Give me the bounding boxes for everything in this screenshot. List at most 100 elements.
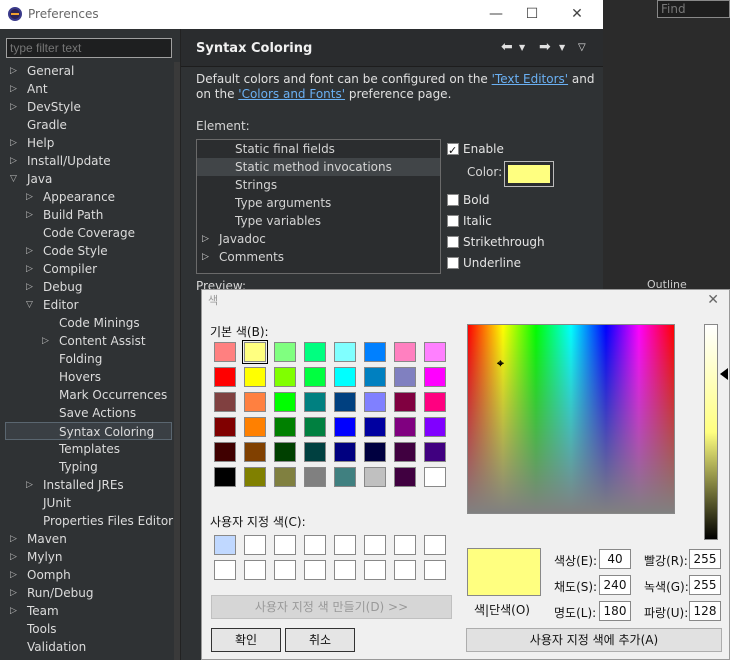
tree-item[interactable]: ▷ General [0, 62, 180, 80]
tree-item[interactable]: Mark Occurrences [0, 386, 180, 404]
basic-color-swatch[interactable] [364, 417, 386, 437]
chevron-right-icon[interactable]: ▷ [10, 530, 17, 548]
color-spectrum[interactable]: ⌖ [467, 324, 675, 514]
basic-color-swatch[interactable] [274, 367, 296, 387]
tree-item[interactable]: ▷ Installed JREs [0, 476, 180, 494]
basic-color-swatch[interactable] [394, 467, 416, 487]
chevron-right-icon[interactable]: ▷ [10, 134, 17, 152]
sat-field[interactable]: 240 [599, 575, 631, 595]
basic-color-swatch[interactable] [244, 467, 266, 487]
basic-color-swatch[interactable] [244, 367, 266, 387]
tree-item[interactable]: ▷ Run/Debug [0, 584, 180, 602]
chevron-right-icon[interactable]: ▷ [202, 248, 209, 266]
basic-color-swatch[interactable] [394, 367, 416, 387]
custom-color-swatch[interactable] [244, 560, 266, 580]
basic-color-swatch[interactable] [214, 342, 236, 362]
chevron-right-icon[interactable]: ▷ [26, 278, 33, 296]
chevron-right-icon[interactable]: ▷ [26, 206, 33, 224]
chevron-right-icon[interactable]: ▷ [10, 98, 17, 116]
custom-color-swatch[interactable] [334, 560, 356, 580]
enable-checkbox[interactable] [447, 140, 459, 161]
basic-color-swatch[interactable] [424, 367, 446, 387]
tree-item[interactable]: ▽ Editor [0, 296, 180, 314]
back-arrow-icon[interactable]: ⬅ [501, 39, 513, 55]
tree-item[interactable]: ▷ Oomph [0, 566, 180, 584]
ok-button[interactable]: 확인 [211, 628, 281, 652]
tree-item[interactable]: ▷ Code Style [0, 242, 180, 260]
basic-color-swatch[interactable] [424, 442, 446, 462]
element-item[interactable]: Type variables [197, 212, 440, 230]
basic-color-swatch[interactable] [274, 392, 296, 412]
basic-color-swatch[interactable] [274, 467, 296, 487]
custom-color-swatch[interactable] [424, 560, 446, 580]
custom-color-swatch[interactable] [364, 560, 386, 580]
red-field[interactable]: 255 [689, 549, 721, 569]
enable-option[interactable]: Enable [447, 139, 597, 161]
basic-color-swatch[interactable] [304, 467, 326, 487]
basic-color-swatch[interactable] [214, 392, 236, 412]
colors-and-fonts-link[interactable]: 'Colors and Fonts' [238, 87, 345, 101]
basic-color-swatch[interactable] [214, 442, 236, 462]
basic-color-swatch[interactable] [364, 442, 386, 462]
element-item[interactable]: Static final fields [197, 140, 440, 158]
tree-item[interactable]: ▽ Java [0, 170, 180, 188]
tree-item[interactable]: Save Actions [0, 404, 180, 422]
add-to-custom-colors-button[interactable]: 사용자 지정 색에 추가(A) [466, 628, 722, 652]
basic-color-swatch[interactable] [334, 467, 356, 487]
luminance-slider[interactable] [704, 324, 718, 540]
element-item[interactable]: ▷ Comments [197, 248, 440, 266]
forward-dropdown-icon[interactable]: ▼ [559, 43, 565, 52]
custom-color-swatch[interactable] [244, 535, 266, 555]
basic-color-swatch[interactable] [274, 442, 296, 462]
strikethrough-checkbox[interactable] [447, 236, 459, 248]
basic-color-swatch[interactable] [244, 417, 266, 437]
chevron-right-icon[interactable]: ▷ [10, 152, 17, 170]
basic-color-swatch[interactable] [334, 342, 356, 362]
element-item[interactable]: ▷ Javadoc [197, 230, 440, 248]
basic-color-swatch[interactable] [242, 340, 268, 364]
chevron-right-icon[interactable]: ▷ [10, 566, 17, 584]
basic-color-swatch[interactable] [424, 342, 446, 362]
underline-option[interactable]: Underline [447, 253, 597, 274]
basic-color-swatch[interactable] [304, 342, 326, 362]
custom-color-swatch[interactable] [424, 535, 446, 555]
chevron-right-icon[interactable]: ▷ [26, 260, 33, 278]
chevron-down-icon[interactable]: ▽ [26, 296, 33, 314]
basic-color-swatch[interactable] [304, 442, 326, 462]
chevron-down-icon[interactable]: ▽ [10, 170, 17, 188]
green-field[interactable]: 255 [689, 575, 721, 595]
tree-item[interactable]: Syntax Coloring [5, 422, 172, 440]
luminance-arrow-icon[interactable] [720, 368, 728, 380]
basic-color-swatch[interactable] [424, 467, 446, 487]
tree-item[interactable]: ▷ Debug [0, 278, 180, 296]
tree-item[interactable]: ▷ Team [0, 602, 180, 620]
basic-color-swatch[interactable] [334, 367, 356, 387]
italic-checkbox[interactable] [447, 215, 459, 227]
tree-item[interactable]: Tools [0, 620, 180, 638]
tree-item[interactable]: ▷ Build Path [0, 206, 180, 224]
tree-item[interactable]: ▷ Ant [0, 80, 180, 98]
close-button[interactable]: ✕ [564, 4, 590, 24]
chevron-right-icon[interactable]: ▷ [10, 602, 17, 620]
chevron-right-icon[interactable]: ▷ [202, 230, 209, 248]
tree-item[interactable]: ▷ Appearance [0, 188, 180, 206]
basic-color-swatch[interactable] [364, 467, 386, 487]
chevron-right-icon[interactable]: ▷ [10, 584, 17, 602]
custom-color-swatch[interactable] [334, 535, 356, 555]
basic-color-swatch[interactable] [214, 467, 236, 487]
tree-item[interactable]: ▷ Mylyn [0, 548, 180, 566]
element-item[interactable]: Type arguments [197, 194, 440, 212]
custom-color-swatch[interactable] [394, 560, 416, 580]
basic-color-swatch[interactable] [424, 417, 446, 437]
tree-item[interactable]: ▷ Install/Update [0, 152, 180, 170]
custom-color-swatch[interactable] [364, 535, 386, 555]
tree-item[interactable]: Gradle [0, 116, 180, 134]
chevron-right-icon[interactable]: ▷ [42, 332, 49, 350]
chevron-right-icon[interactable]: ▷ [10, 80, 17, 98]
dialog-close-icon[interactable]: ✕ [707, 292, 719, 308]
element-item[interactable]: Strings [197, 176, 440, 194]
basic-color-swatch[interactable] [394, 442, 416, 462]
view-menu-icon[interactable]: ▽ [578, 42, 586, 53]
hue-field[interactable]: 40 [599, 549, 631, 569]
italic-option[interactable]: Italic [447, 211, 597, 232]
